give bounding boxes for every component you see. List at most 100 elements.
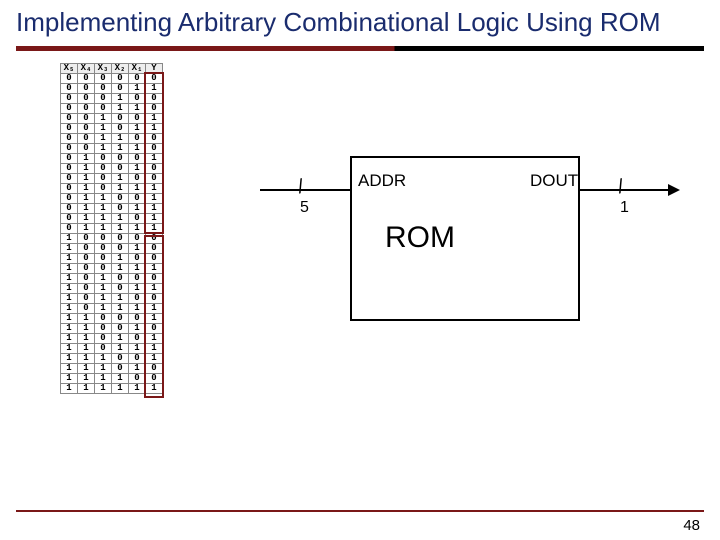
table-cell: 0 bbox=[95, 173, 112, 183]
table-cell: 1 bbox=[129, 143, 146, 153]
table-cell: 1 bbox=[112, 253, 129, 263]
table-cell: 1 bbox=[146, 203, 163, 213]
table-cell: 1 bbox=[129, 103, 146, 113]
table-cell: 0 bbox=[61, 213, 78, 223]
table-cell: 1 bbox=[61, 373, 78, 383]
table-cell: 1 bbox=[112, 263, 129, 273]
table-cell: 0 bbox=[61, 123, 78, 133]
dout-bus-width: 1 bbox=[620, 199, 629, 217]
table-cell: 1 bbox=[129, 323, 146, 333]
table-cell: 1 bbox=[61, 263, 78, 273]
table-cell: 0 bbox=[61, 223, 78, 233]
slide-title: Implementing Arbitrary Combinational Log… bbox=[0, 0, 720, 42]
table-cell: 0 bbox=[129, 193, 146, 203]
table-cell: 1 bbox=[112, 223, 129, 233]
table-cell: 0 bbox=[112, 283, 129, 293]
table-cell: 1 bbox=[78, 213, 95, 223]
table-row: 001100 bbox=[61, 133, 163, 143]
table-cell: 1 bbox=[61, 293, 78, 303]
table-row: 001001 bbox=[61, 113, 163, 123]
footer-line bbox=[16, 510, 704, 512]
table-cell: 0 bbox=[146, 293, 163, 303]
table-cell: 1 bbox=[129, 203, 146, 213]
table-row: 111001 bbox=[61, 353, 163, 363]
table-cell: 0 bbox=[146, 273, 163, 283]
table-cell: 0 bbox=[129, 333, 146, 343]
table-cell: 0 bbox=[95, 103, 112, 113]
table-cell: 1 bbox=[129, 123, 146, 133]
table-cell: 0 bbox=[78, 243, 95, 253]
table-cell: 0 bbox=[95, 253, 112, 263]
table-cell: 1 bbox=[95, 363, 112, 373]
table-cell: 1 bbox=[78, 203, 95, 213]
table-row: 001011 bbox=[61, 123, 163, 133]
table-cell: 1 bbox=[112, 93, 129, 103]
table-header: X₄ bbox=[78, 63, 95, 73]
table-cell: 1 bbox=[95, 133, 112, 143]
table-cell: 0 bbox=[95, 73, 112, 83]
table-cell: 1 bbox=[95, 383, 112, 393]
table-cell: 1 bbox=[146, 343, 163, 353]
table-cell: 0 bbox=[129, 373, 146, 383]
table-row: 110010 bbox=[61, 323, 163, 333]
table-row: 010100 bbox=[61, 173, 163, 183]
table-cell: 0 bbox=[112, 163, 129, 173]
table-row: 000011 bbox=[61, 83, 163, 93]
table-cell: 1 bbox=[112, 303, 129, 313]
table-cell: 0 bbox=[129, 353, 146, 363]
table-cell: 1 bbox=[78, 153, 95, 163]
table-header: X₂ bbox=[112, 63, 129, 73]
table-row: 100010 bbox=[61, 243, 163, 253]
table-cell: 0 bbox=[146, 253, 163, 263]
table-cell: 1 bbox=[61, 353, 78, 363]
table-cell: 1 bbox=[78, 313, 95, 323]
table-cell: 1 bbox=[129, 263, 146, 273]
table-row: 011101 bbox=[61, 213, 163, 223]
table-cell: 0 bbox=[129, 133, 146, 143]
table-cell: 0 bbox=[61, 153, 78, 163]
table-cell: 0 bbox=[112, 273, 129, 283]
table-cell: 0 bbox=[61, 193, 78, 203]
table-cell: 1 bbox=[112, 293, 129, 303]
table-cell: 0 bbox=[112, 243, 129, 253]
table-cell: 1 bbox=[129, 83, 146, 93]
table-cell: 1 bbox=[95, 193, 112, 203]
table-cell: 1 bbox=[78, 183, 95, 193]
table-cell: 0 bbox=[129, 93, 146, 103]
table-cell: 0 bbox=[146, 163, 163, 173]
table-cell: 0 bbox=[78, 293, 95, 303]
table-cell: 1 bbox=[112, 343, 129, 353]
rom-label: ROM bbox=[385, 221, 455, 255]
table-cell: 0 bbox=[129, 233, 146, 243]
table-cell: 0 bbox=[95, 163, 112, 173]
table-cell: 1 bbox=[61, 243, 78, 253]
table-cell: 1 bbox=[61, 313, 78, 323]
table-cell: 1 bbox=[61, 323, 78, 333]
table-cell: 1 bbox=[112, 103, 129, 113]
table-row: 110111 bbox=[61, 343, 163, 353]
table-cell: 1 bbox=[61, 383, 78, 393]
table-cell: 0 bbox=[95, 93, 112, 103]
table-cell: 0 bbox=[78, 233, 95, 243]
table-cell: 0 bbox=[61, 173, 78, 183]
table-cell: 1 bbox=[146, 223, 163, 233]
table-cell: 1 bbox=[146, 153, 163, 163]
table-cell: 0 bbox=[61, 203, 78, 213]
table-cell: 1 bbox=[146, 83, 163, 93]
table-cell: 1 bbox=[146, 263, 163, 273]
table-cell: 1 bbox=[78, 223, 95, 233]
table-cell: 0 bbox=[95, 183, 112, 193]
table-cell: 0 bbox=[129, 73, 146, 83]
table-cell: 0 bbox=[129, 173, 146, 183]
table-cell: 0 bbox=[78, 133, 95, 143]
table-cell: 1 bbox=[112, 173, 129, 183]
table-row: 100100 bbox=[61, 253, 163, 263]
table-row: 000000 bbox=[61, 73, 163, 83]
table-row: 100111 bbox=[61, 263, 163, 273]
table-cell: 0 bbox=[95, 333, 112, 343]
table-cell: 1 bbox=[129, 243, 146, 253]
table-row: 010010 bbox=[61, 163, 163, 173]
table-row: 111100 bbox=[61, 373, 163, 383]
table-header: X₃ bbox=[95, 63, 112, 73]
table-cell: 0 bbox=[78, 83, 95, 93]
